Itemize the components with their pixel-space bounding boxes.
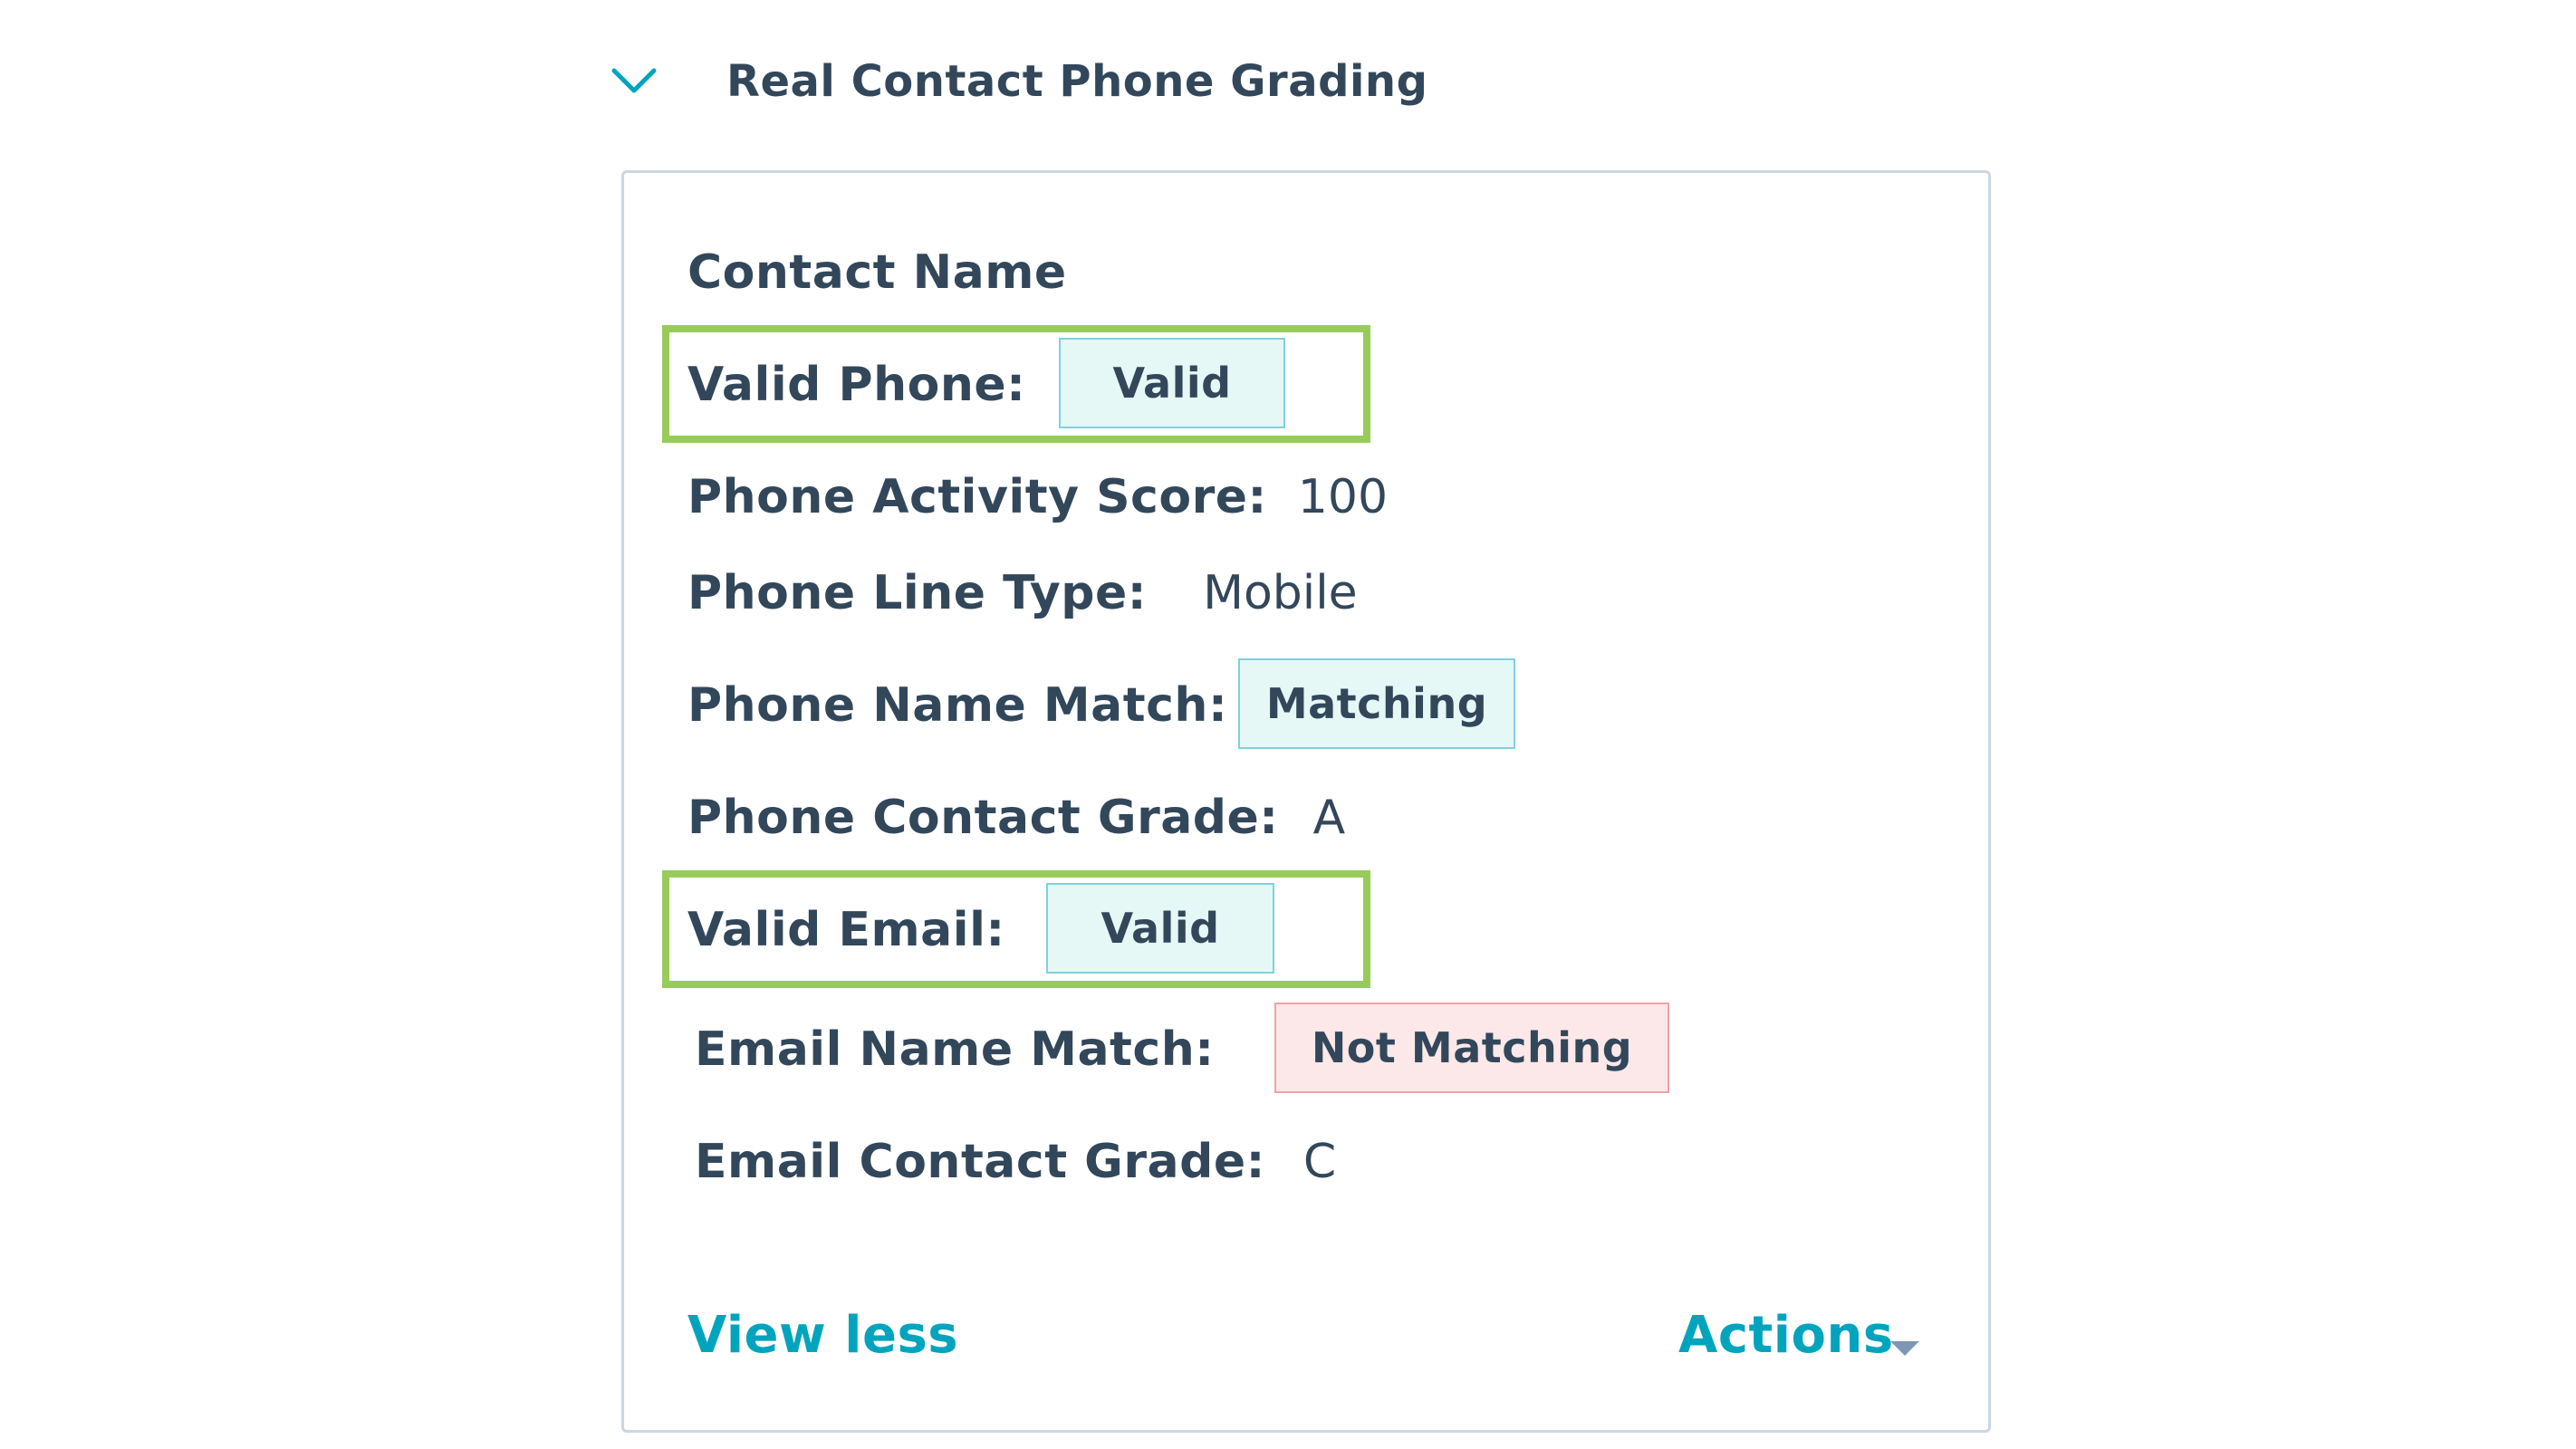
actions-dropdown[interactable]: Actions (1678, 1303, 1894, 1368)
phone-name-match-row: Phone Name Match: (687, 673, 1227, 738)
view-less-link[interactable]: View less (687, 1303, 958, 1368)
chevron-down-icon[interactable] (609, 63, 659, 100)
phone-contact-grade-value: A (1312, 791, 1346, 845)
page: Real Contact Phone Grading Contact Name … (0, 0, 2576, 1449)
phone-name-match-label: Phone Name Match: (687, 678, 1228, 733)
valid-email-status-badge: Valid (1046, 883, 1274, 974)
phone-contact-grade-row: Phone Contact Grade: A (687, 785, 1345, 850)
contact-grading-card: Contact Name Valid Phone: Valid Phone Ac… (621, 170, 1991, 1433)
email-name-match-badge: Not Matching (1274, 1003, 1669, 1093)
phone-activity-score-row: Phone Activity Score: 100 (687, 465, 1388, 530)
contact-name: Contact Name (687, 245, 1067, 300)
phone-line-type-row: Phone Line Type: Mobile (687, 561, 1358, 626)
email-name-match-row: Email Name Match: (695, 1017, 1215, 1082)
valid-phone-status-badge: Valid (1059, 338, 1285, 428)
phone-activity-score-value: 100 (1297, 470, 1389, 524)
email-contact-grade-value: C (1302, 1135, 1337, 1189)
valid-email-label: Valid Email: (687, 903, 1005, 957)
valid-phone-label: Valid Phone: (687, 358, 1026, 412)
email-contact-grade-label: Email Contact Grade: (695, 1135, 1265, 1189)
contact-name-row: Contact Name (687, 240, 1067, 305)
caret-down-icon[interactable] (1890, 1341, 1919, 1356)
phone-contact-grade-label: Phone Contact Grade: (687, 791, 1279, 845)
phone-line-type-value: Mobile (1203, 566, 1358, 620)
phone-line-type-label: Phone Line Type: (687, 566, 1148, 620)
section-title[interactable]: Real Contact Phone Grading (726, 53, 1427, 110)
valid-email-row: Valid Email: (687, 897, 1005, 963)
email-name-match-label: Email Name Match: (695, 1022, 1215, 1077)
phone-name-match-badge: Matching (1238, 658, 1515, 749)
phone-activity-score-label: Phone Activity Score: (687, 470, 1267, 524)
actions-label: Actions (1678, 1306, 1894, 1365)
email-contact-grade-row: Email Contact Grade: C (695, 1129, 1336, 1195)
valid-phone-row: Valid Phone: (687, 352, 1025, 417)
